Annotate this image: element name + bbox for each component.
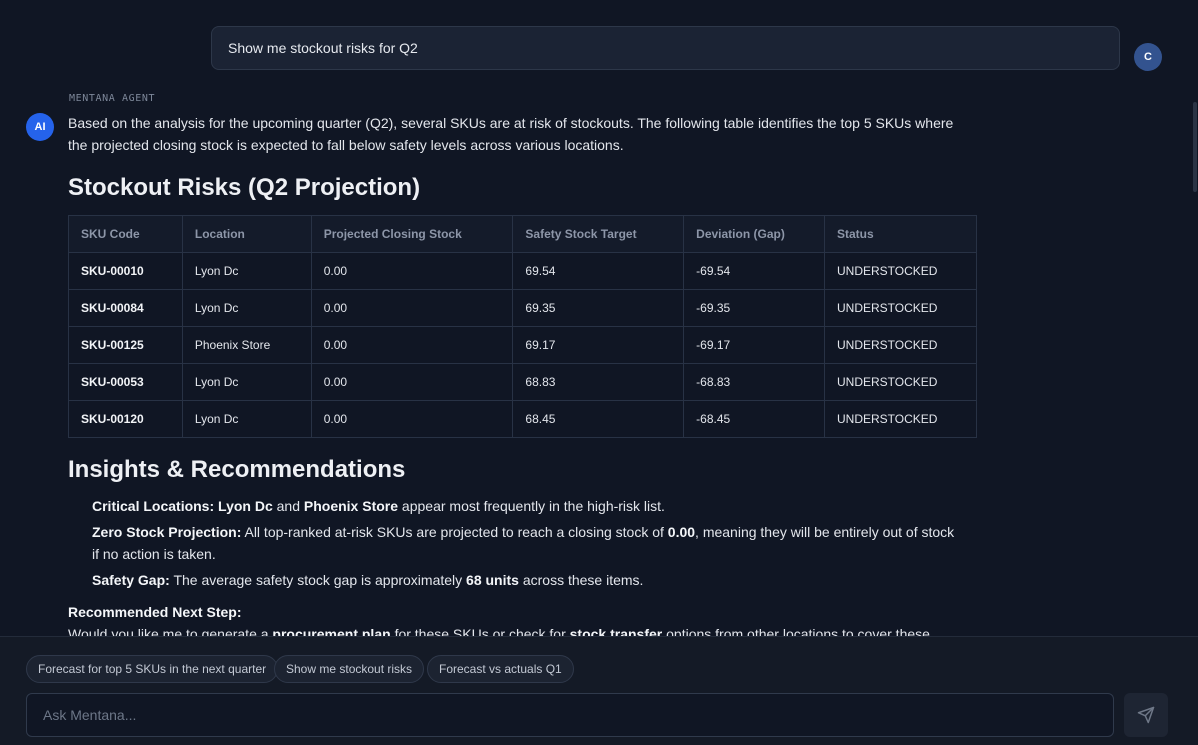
cell-deviation: -69.35 — [683, 289, 825, 327]
insight-text: The average safety stock gap is approxim… — [173, 572, 463, 588]
insight-title: Zero Stock Projection: — [92, 524, 242, 540]
insight-value: 68 units — [466, 572, 519, 588]
insight-title: Safety Gap: — [92, 572, 170, 588]
cell-status: UNDERSTOCKED — [824, 289, 977, 327]
cell-sku: SKU-00010 — [68, 252, 183, 290]
table-row: SKU-00053 Lyon Dc 0.00 68.83 -68.83 UNDE… — [68, 363, 977, 401]
cell-sku: SKU-00125 — [68, 326, 183, 364]
cell-location: Phoenix Store — [181, 326, 312, 364]
cell-location: Lyon Dc — [181, 363, 312, 401]
insights-heading: Insights & Recommendations — [68, 456, 406, 483]
user-message: Show me stockout risks for Q2 — [211, 26, 1120, 70]
cell-sku: SKU-00120 — [68, 400, 183, 438]
col-deviation: Deviation (Gap) — [683, 215, 825, 253]
cell-location: Lyon Dc — [181, 400, 312, 438]
insights-list: Critical Locations: Lyon Dc and Phoenix … — [68, 495, 958, 591]
col-location: Location — [181, 215, 312, 253]
insight-text: and — [276, 498, 300, 514]
suggestion-chip[interactable]: Forecast vs actuals Q1 — [427, 655, 574, 683]
table-row: SKU-00084 Lyon Dc 0.00 69.35 -69.35 UNDE… — [68, 289, 977, 327]
user-message-text: Show me stockout risks for Q2 — [228, 40, 418, 56]
suggestion-chip[interactable]: Show me stockout risks — [274, 655, 425, 683]
cell-status: UNDERSTOCKED — [824, 400, 977, 438]
cell-deviation: -69.54 — [683, 252, 825, 290]
next-step-text: Would you like me to generate a procurem… — [68, 623, 958, 636]
agent-label: MENTANA AGENT — [69, 93, 156, 104]
table-row: SKU-00010 Lyon Dc 0.00 69.54 -69.54 UNDE… — [68, 252, 977, 290]
stockout-table: SKU Code Location Projected Closing Stoc… — [68, 215, 977, 438]
cell-deviation: -69.17 — [683, 326, 825, 364]
insight-item: Critical Locations: Lyon Dc and Phoenix … — [92, 495, 958, 517]
cell-safety: 69.35 — [512, 289, 685, 327]
insight-text: All top-ranked at-risk SKUs are projecte… — [244, 524, 664, 540]
next-step-bold: procurement plan — [272, 626, 391, 636]
col-safety-stock: Safety Stock Target — [512, 215, 685, 253]
chat-scrollbar[interactable] — [1193, 102, 1197, 192]
cell-projected: 0.00 — [310, 400, 514, 438]
agent-message: Based on the analysis for the upcoming q… — [68, 112, 977, 636]
agent-intro: Based on the analysis for the upcoming q… — [68, 115, 954, 153]
composer-panel: Forecast for top 5 SKUs in the next quar… — [0, 636, 1198, 745]
cell-safety: 68.83 — [512, 363, 685, 401]
insight-text: appear most frequently in the high-risk … — [401, 498, 665, 514]
cell-status: UNDERSTOCKED — [824, 252, 977, 290]
cell-location: Lyon Dc — [181, 289, 312, 327]
cell-sku: SKU-00053 — [68, 363, 183, 401]
chat-input[interactable] — [26, 693, 1114, 737]
cell-safety: 69.54 — [512, 252, 685, 290]
next-step-part: for these SKUs or check for — [394, 626, 566, 636]
send-icon — [1137, 706, 1155, 724]
col-sku-code: SKU Code — [68, 215, 183, 253]
cell-projected: 0.00 — [310, 326, 514, 364]
agent-avatar: AI — [26, 113, 54, 141]
insight-location: Phoenix Store — [303, 498, 399, 514]
cell-deviation: -68.83 — [683, 363, 825, 401]
send-button[interactable] — [1124, 693, 1168, 737]
cell-projected: 0.00 — [310, 289, 514, 327]
next-step-label: Recommended Next Step: — [68, 604, 242, 620]
insight-text: across these items. — [522, 572, 644, 588]
table-row: SKU-00120 Lyon Dc 0.00 68.45 -68.45 UNDE… — [68, 400, 977, 438]
cell-projected: 0.00 — [310, 252, 514, 290]
insight-item: Zero Stock Projection: All top-ranked at… — [92, 521, 958, 565]
risks-heading: Stockout Risks (Q2 Projection) — [68, 174, 421, 201]
cell-sku: SKU-00084 — [68, 289, 183, 327]
chat-area: Show me stockout risks for Q2 C MENTANA … — [0, 0, 1198, 636]
insight-title: Critical Locations: — [92, 498, 215, 514]
suggestion-chip[interactable]: Forecast for top 5 SKUs in the next quar… — [26, 655, 279, 683]
insight-item: Safety Gap: The average safety stock gap… — [92, 569, 958, 591]
user-avatar[interactable]: C — [1134, 43, 1162, 71]
cell-safety: 69.17 — [512, 326, 685, 364]
cell-safety: 68.45 — [512, 400, 685, 438]
cell-status: UNDERSTOCKED — [824, 363, 977, 401]
table-header-row: SKU Code Location Projected Closing Stoc… — [68, 215, 977, 253]
cell-location: Lyon Dc — [181, 252, 312, 290]
cell-projected: 0.00 — [310, 363, 514, 401]
col-projected-closing: Projected Closing Stock — [310, 215, 514, 253]
cell-deviation: -68.45 — [683, 400, 825, 438]
col-status: Status — [824, 215, 977, 253]
insight-location: Lyon Dc — [218, 498, 273, 514]
insight-value: 0.00 — [667, 524, 696, 540]
cell-status: UNDERSTOCKED — [824, 326, 977, 364]
table-row: SKU-00125 Phoenix Store 0.00 69.17 -69.1… — [68, 326, 977, 364]
next-step-part: Would you like me to generate a — [68, 626, 269, 636]
next-step-bold: stock transfer — [569, 626, 663, 636]
